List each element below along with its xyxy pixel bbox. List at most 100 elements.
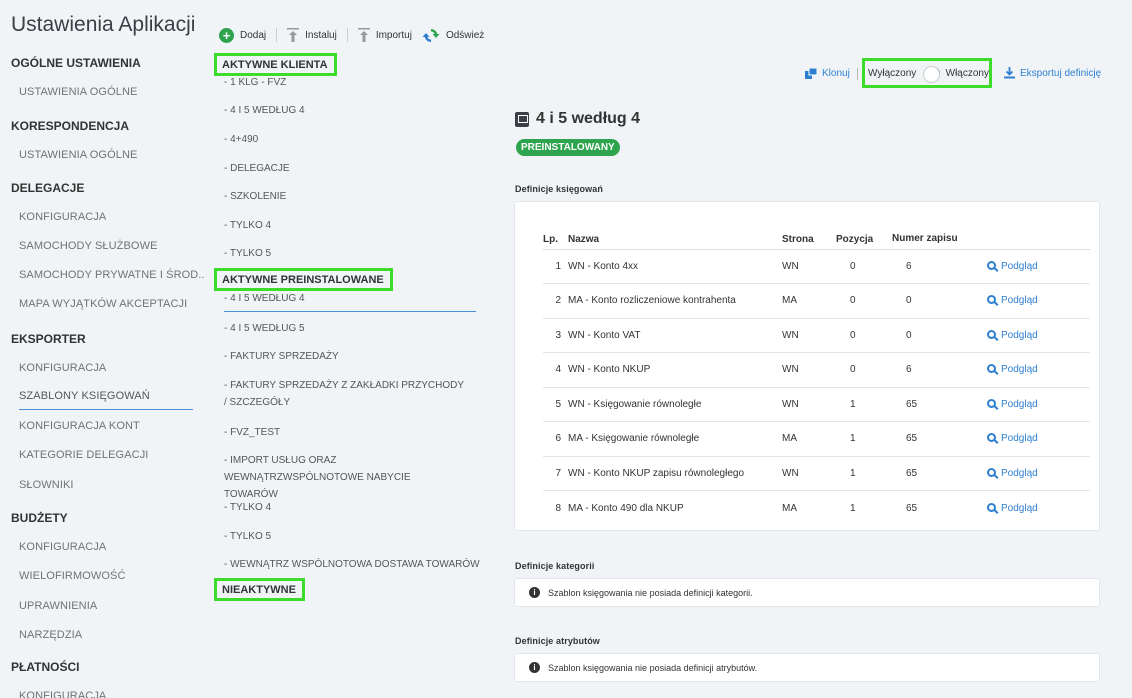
nav-item-delegation-categories[interactable]: KATEGORIE DELEGACJI [19,449,148,461]
attribute-definitions-label: Definicje atrybutów [515,636,600,646]
search-icon [987,502,996,512]
template-item-selected[interactable]: - 4 I 5 WEDŁUG 4 [224,290,476,312]
import-button-label: Importuj [375,29,412,41]
template-item[interactable]: - SZKOLENIE [224,188,286,205]
column-header-name: Nazwa [568,214,782,250]
install-button-label: Instaluj [305,29,337,41]
app-title: Ustawienia Aplikacji [11,13,196,36]
cell-name: MA - Księgowanie równoległe [568,421,782,457]
nav-item-delegations-config[interactable]: KONFIGURACJA [19,211,106,223]
install-button[interactable]: Instaluj [287,27,337,43]
cell-lp: 1 [543,249,568,284]
attribute-info-box: i Szablon księgowania nie posiada defini… [514,653,1100,682]
add-button[interactable]: + Dodaj [219,27,266,43]
cell-record: 6 [892,352,987,388]
nav-item-tools[interactable]: NARZĘDZIA [19,629,82,641]
nav-item-payments-config[interactable]: KONFIGURACJA [19,690,106,698]
clone-button[interactable]: Klonuj [805,68,850,79]
cell-record: 65 [906,502,918,514]
search-icon [987,295,996,305]
group-active-preinstalled[interactable]: AKTYWNE PREINSTALOWANE [214,268,393,291]
preview-link[interactable]: Podgląd [987,387,1090,422]
preview-label: Podgląd [1001,295,1038,307]
cell-record: 65 [892,387,987,422]
active-toggle-group: Wyłączony Włączony [862,58,992,88]
template-item[interactable]: - TYLKO 4 [224,499,271,516]
nav-item-correspondence-settings[interactable]: USTAWIENIA OGÓLNE [19,149,137,161]
cell-lp: 8 [555,502,561,514]
toolbar-divider [276,28,278,42]
preview-link[interactable]: Podgląd [987,491,1090,526]
preview-link[interactable]: Podgląd [987,421,1090,457]
group-active-client[interactable]: AKTYWNE KLIENTA [214,53,337,76]
template-item[interactable]: - IMPORT USŁUG ORAZ WEWNĄTRZWSPÓLNOTOWE … [224,452,464,503]
template-item[interactable]: - 4 I 5 WEDŁUG 5 [224,320,305,337]
nav-item-permissions[interactable]: UPRAWNIENIA [19,600,97,612]
templates-toolbar: + Dodaj Instaluj Importuj Odśwież [219,24,494,46]
cell-name: MA - Konto rozliczeniowe kontrahenta [568,283,782,319]
search-icon [987,433,996,443]
status-badge: PREINSTALOWANY [516,139,620,156]
preview-link[interactable]: Podgląd [987,249,1090,284]
nav-section-budgets[interactable]: BUDŻETY [11,511,68,525]
template-item[interactable]: - TYLKO 5 [224,528,271,545]
cell-name: WN - Konto 4xx [568,249,782,284]
search-icon [987,329,996,339]
nav-item-dictionaries[interactable]: SŁOWNIKI [19,479,74,491]
template-item[interactable]: - 4 I 5 WEDŁUG 4 [224,102,305,119]
nav-item-general-settings[interactable]: USTAWIENIA OGÓLNE [19,86,137,98]
template-item[interactable]: - FAKTURY SPRZEDAŻY [224,348,339,365]
nav-section-correspondence[interactable]: KORESPONDENCJA [11,119,129,133]
cell-lp: 5 [543,387,568,422]
refresh-button[interactable]: Odśwież [422,27,484,44]
preview-link[interactable]: Podgląd [987,283,1090,319]
template-item[interactable]: - WEWNĄTRZ WSPÓLNOTOWA DOSTAWA TOWARÓW [224,556,480,573]
nav-section-delegations[interactable]: DELEGACJE [11,181,84,195]
preview-label: Podgląd [1001,329,1038,341]
preview-link[interactable]: Podgląd [987,352,1090,388]
preview-link[interactable]: Podgląd [987,456,1090,491]
nav-section-general[interactable]: OGÓLNE USTAWIENIA [11,56,141,70]
template-item[interactable]: - DELEGACJE [224,160,290,177]
cell-name: WN - Konto VAT [568,318,782,353]
template-item[interactable]: - FAKTURY SPRZEDAŻY Z ZAKŁADKI PRZYCHODY… [224,377,464,411]
upload-icon [287,27,300,43]
template-item[interactable]: - 1 KLG - FVZ [224,74,286,91]
nav-item-exporter-config[interactable]: KONFIGURACJA [19,362,106,374]
nav-item-company-cars[interactable]: SAMOCHODY SŁUŻBOWE [19,240,158,252]
refresh-button-label: Odśwież [445,29,485,41]
cell-side: WN [782,352,836,388]
template-item[interactable]: - FVZ_TEST [224,424,280,441]
clone-icon [805,68,817,79]
nav-item-posting-templates[interactable]: SZABLONY KSIĘGOWAŃ [19,390,193,410]
nav-item-private-cars[interactable]: SAMOCHODY PRYWATNE I ŚROD... [19,269,205,281]
export-definition-button[interactable]: Eksportuj definicję [1004,67,1101,79]
cell-side: MA [782,502,797,514]
template-item[interactable]: - TYLKO 4 [224,217,271,234]
import-button[interactable]: Importuj [357,27,412,43]
cell-position: 0 [836,249,892,284]
template-item[interactable]: - 4+490 [224,131,258,148]
nav-item-budgets-config[interactable]: KONFIGURACJA [19,541,106,553]
template-item[interactable]: - TYLKO 5 [224,245,271,262]
cell-position: 1 [836,421,892,457]
search-icon [987,398,996,408]
nav-item-accounts-config[interactable]: KONFIGURACJA KONT [19,420,140,432]
table-row: 1 WN - Konto 4xx WN 0 6 Podgląd [543,249,1090,284]
cell-position: 0 [836,318,892,353]
upload-icon [357,27,370,43]
preview-label: Podgląd [1001,433,1038,445]
category-definitions-label: Definicje kategorii [515,561,595,571]
nav-section-payments[interactable]: PŁATNOŚCI [11,660,79,674]
toggle-off-label: Wyłączony [868,67,917,79]
cell-record: 0 [892,318,987,353]
nav-section-exporter[interactable]: EKSPORTER [11,332,86,346]
nav-item-multicompany[interactable]: WIELOFIRMOWOŚĆ [19,570,126,582]
preview-link[interactable]: Podgląd [987,318,1090,353]
active-toggle-switch[interactable] [922,65,941,83]
group-inactive[interactable]: NIEAKTYWNE [214,578,305,601]
cell-side: MA [782,283,836,319]
search-icon [987,364,996,374]
cell-name: MA - Konto 490 dla NKUP [568,502,684,514]
nav-item-acceptance-exceptions[interactable]: MAPA WYJĄTKÓW AKCEPTACJI [19,298,187,310]
